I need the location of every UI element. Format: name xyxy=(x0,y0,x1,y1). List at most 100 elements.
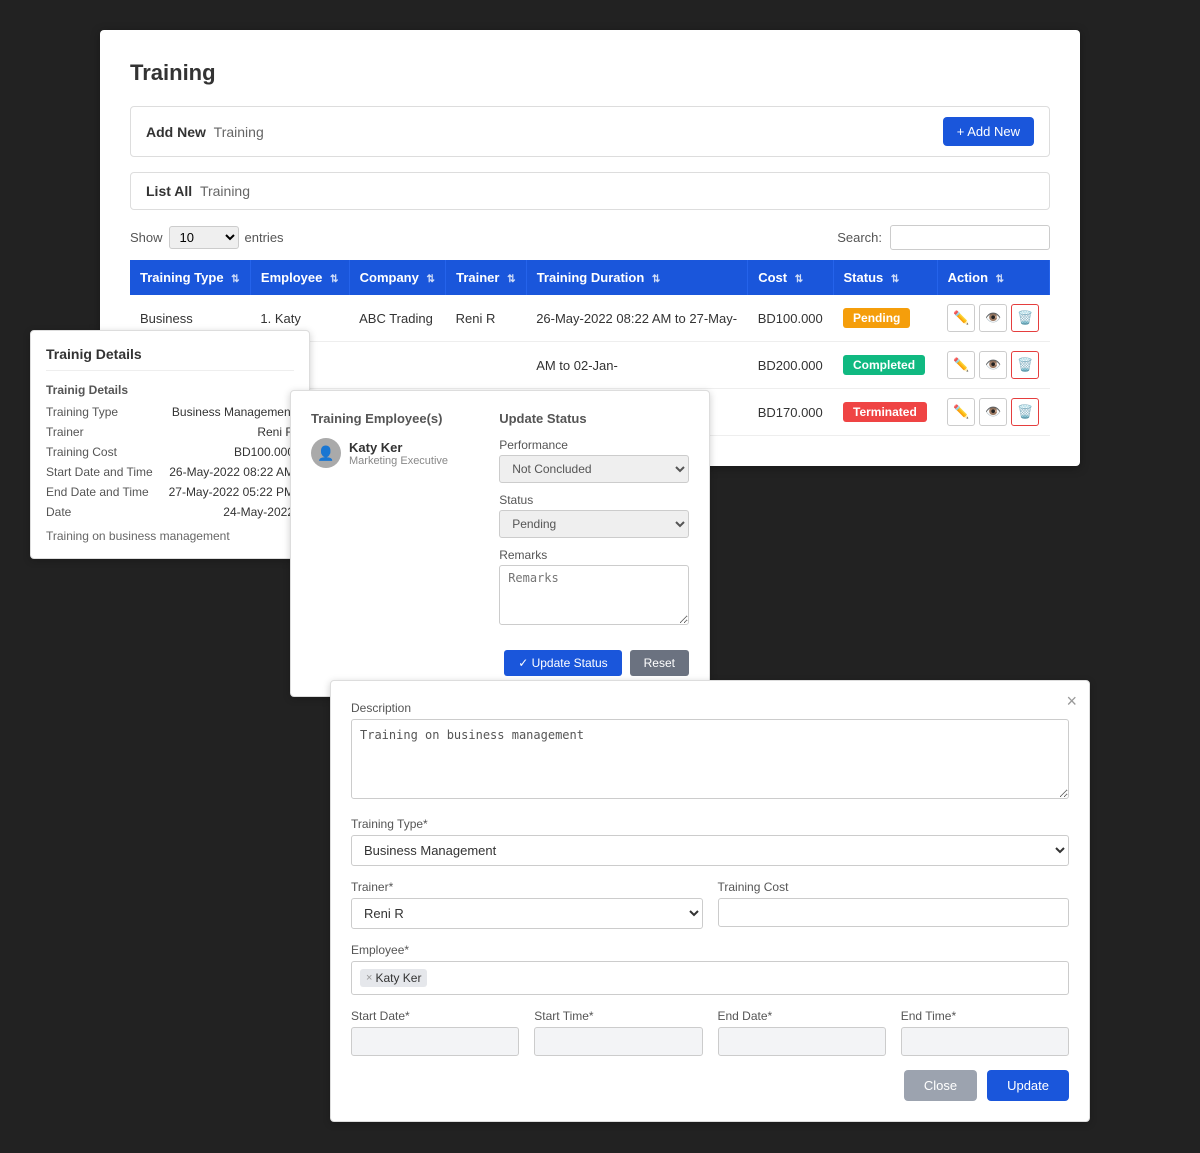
description-textarea[interactable]: Training on business management xyxy=(351,719,1069,799)
cell-status: Pending xyxy=(833,295,937,342)
view-button[interactable]: 👁️ xyxy=(979,398,1007,426)
training-type-select[interactable]: Business Management Technical Training L… xyxy=(351,835,1069,866)
sort-icon-status: ⇅ xyxy=(891,274,899,285)
td-description: Training on business management xyxy=(46,529,294,543)
update-status-button[interactable]: ✓ Update Status xyxy=(504,650,621,676)
update-button[interactable]: Update xyxy=(987,1070,1069,1101)
list-all-prefix: List All xyxy=(146,183,192,199)
status-badge: Pending xyxy=(843,308,910,328)
entries-label: entries xyxy=(245,230,284,245)
status-badge: Completed xyxy=(843,355,925,375)
employee-tag: × Katy Ker xyxy=(360,969,427,987)
cell-company: ABC Trading xyxy=(349,295,446,342)
status-label: Status xyxy=(499,493,689,507)
td-field-label: Start Date and Time xyxy=(46,465,166,479)
edit-button[interactable]: ✏️ xyxy=(947,304,975,332)
table-controls: Show 10 25 50 100 entries Search: xyxy=(130,225,1050,250)
search-bar: Search: xyxy=(837,225,1050,250)
col-duration[interactable]: Training Duration ⇅ xyxy=(526,260,748,295)
td-field-value: BD100.000 xyxy=(166,445,294,459)
col-status[interactable]: Status ⇅ xyxy=(833,260,937,295)
sort-icon-action: ⇅ xyxy=(996,274,1004,285)
close-icon[interactable]: × xyxy=(1066,691,1077,712)
employee-tag-input[interactable]: × Katy Ker xyxy=(351,961,1069,995)
description-label: Description xyxy=(351,701,1069,715)
cell-duration: 26-May-2022 08:22 AM to 27-May- xyxy=(526,295,748,342)
td-field-value: 27-May-2022 05:22 PM xyxy=(166,485,294,499)
sort-icon-trainer: ⇅ xyxy=(507,274,515,285)
edit-button[interactable]: ✏️ xyxy=(947,351,975,379)
sort-icon-employee: ⇅ xyxy=(330,274,338,285)
action-buttons: ✏️ 👁️ 🗑️ xyxy=(947,351,1039,379)
td-field-label: Date xyxy=(46,505,166,519)
view-button[interactable]: 👁️ xyxy=(979,304,1007,332)
add-new-bar: Add New Training + Add New xyxy=(130,106,1050,157)
cell-action: ✏️ 👁️ 🗑️ xyxy=(937,295,1049,342)
employee-card: 👤 Katy Ker Marketing Executive xyxy=(311,438,469,468)
end-date-label: End Date* xyxy=(718,1009,886,1023)
cost-input[interactable]: 100 xyxy=(718,898,1070,927)
end-date-input[interactable]: 2022-05-27 xyxy=(718,1027,886,1056)
remarks-textarea[interactable] xyxy=(499,565,689,625)
add-new-label-prefix: Add New xyxy=(146,124,206,140)
start-time-group: Start Time* 08:22 xyxy=(534,1009,702,1056)
form-actions: Close Update xyxy=(351,1070,1069,1101)
tag-remove-icon[interactable]: × xyxy=(366,972,372,984)
delete-button[interactable]: 🗑️ xyxy=(1011,398,1039,426)
entries-select[interactable]: 10 25 50 100 xyxy=(169,226,239,249)
action-buttons: ✏️ 👁️ 🗑️ xyxy=(947,304,1039,332)
td-field-row: Date 24-May-2022 xyxy=(46,505,294,519)
reset-button[interactable]: Reset xyxy=(630,650,689,676)
trainer-group: Trainer* Reni R John D Mary K xyxy=(351,880,703,929)
view-button[interactable]: 👁️ xyxy=(979,351,1007,379)
status-group: Status Pending Completed Terminated xyxy=(499,493,689,538)
training-type-row: Training Type* Business Management Techn… xyxy=(351,817,1069,866)
cost-group: Training Cost 100 xyxy=(718,880,1070,929)
cell-company xyxy=(349,342,446,389)
col-trainer[interactable]: Trainer ⇅ xyxy=(446,260,527,295)
performance-label: Performance xyxy=(499,438,689,452)
add-new-button[interactable]: + Add New xyxy=(943,117,1034,146)
us-employee-col: Training Employee(s) 👤 Katy Ker Marketin… xyxy=(311,411,469,638)
show-label: Show xyxy=(130,230,163,245)
delete-button[interactable]: 🗑️ xyxy=(1011,304,1039,332)
status-badge: Terminated xyxy=(843,402,927,422)
col-employee[interactable]: Employee ⇅ xyxy=(250,260,349,295)
tag-value: Katy Ker xyxy=(375,971,421,985)
end-time-group: End Time* 17:22 xyxy=(901,1009,1069,1056)
performance-group: Performance Not Concluded Concluded xyxy=(499,438,689,483)
search-input[interactable] xyxy=(890,225,1050,250)
start-time-input[interactable]: 08:22 xyxy=(534,1027,702,1056)
trainer-select[interactable]: Reni R John D Mary K xyxy=(351,898,703,929)
edit-button[interactable]: ✏️ xyxy=(947,398,975,426)
training-details-panel: Trainig Details Trainig Details Training… xyxy=(30,330,310,559)
cell-duration: AM to 02-Jan- xyxy=(526,342,748,389)
employee-label: Employee* xyxy=(351,943,1069,957)
training-type-group: Training Type* Business Management Techn… xyxy=(351,817,1069,866)
cost-label: Training Cost xyxy=(718,880,1070,894)
show-entries: Show 10 25 50 100 entries xyxy=(130,226,284,249)
remarks-group: Remarks xyxy=(499,548,689,628)
close-button[interactable]: Close xyxy=(904,1070,977,1101)
start-date-input[interactable]: 2022-05-26 xyxy=(351,1027,519,1056)
start-date-label: Start Date* xyxy=(351,1009,519,1023)
update-status-panel: Training Employee(s) 👤 Katy Ker Marketin… xyxy=(290,390,710,697)
cell-status: Completed xyxy=(833,342,937,389)
performance-select[interactable]: Not Concluded Concluded xyxy=(499,455,689,483)
col-company[interactable]: Company ⇅ xyxy=(349,260,446,295)
cell-action: ✏️ 👁️ 🗑️ xyxy=(937,389,1049,436)
sort-icon-cost: ⇅ xyxy=(795,274,803,285)
col-action[interactable]: Action ⇅ xyxy=(937,260,1049,295)
td-field-value: 26-May-2022 08:22 AM xyxy=(166,465,294,479)
td-field-row: Training Cost BD100.000 xyxy=(46,445,294,459)
end-date-group: End Date* 2022-05-27 xyxy=(718,1009,886,1056)
end-time-input[interactable]: 17:22 xyxy=(901,1027,1069,1056)
status-select[interactable]: Pending Completed Terminated xyxy=(499,510,689,538)
delete-button[interactable]: 🗑️ xyxy=(1011,351,1039,379)
employee-group: Employee* × Katy Ker xyxy=(351,943,1069,995)
list-all-bar: List All Training xyxy=(130,172,1050,210)
col-training-type[interactable]: Training Type ⇅ xyxy=(130,260,250,295)
td-section-title: Trainig Details xyxy=(46,383,294,397)
col-cost[interactable]: Cost ⇅ xyxy=(748,260,833,295)
td-field-row: Start Date and Time 26-May-2022 08:22 AM xyxy=(46,465,294,479)
